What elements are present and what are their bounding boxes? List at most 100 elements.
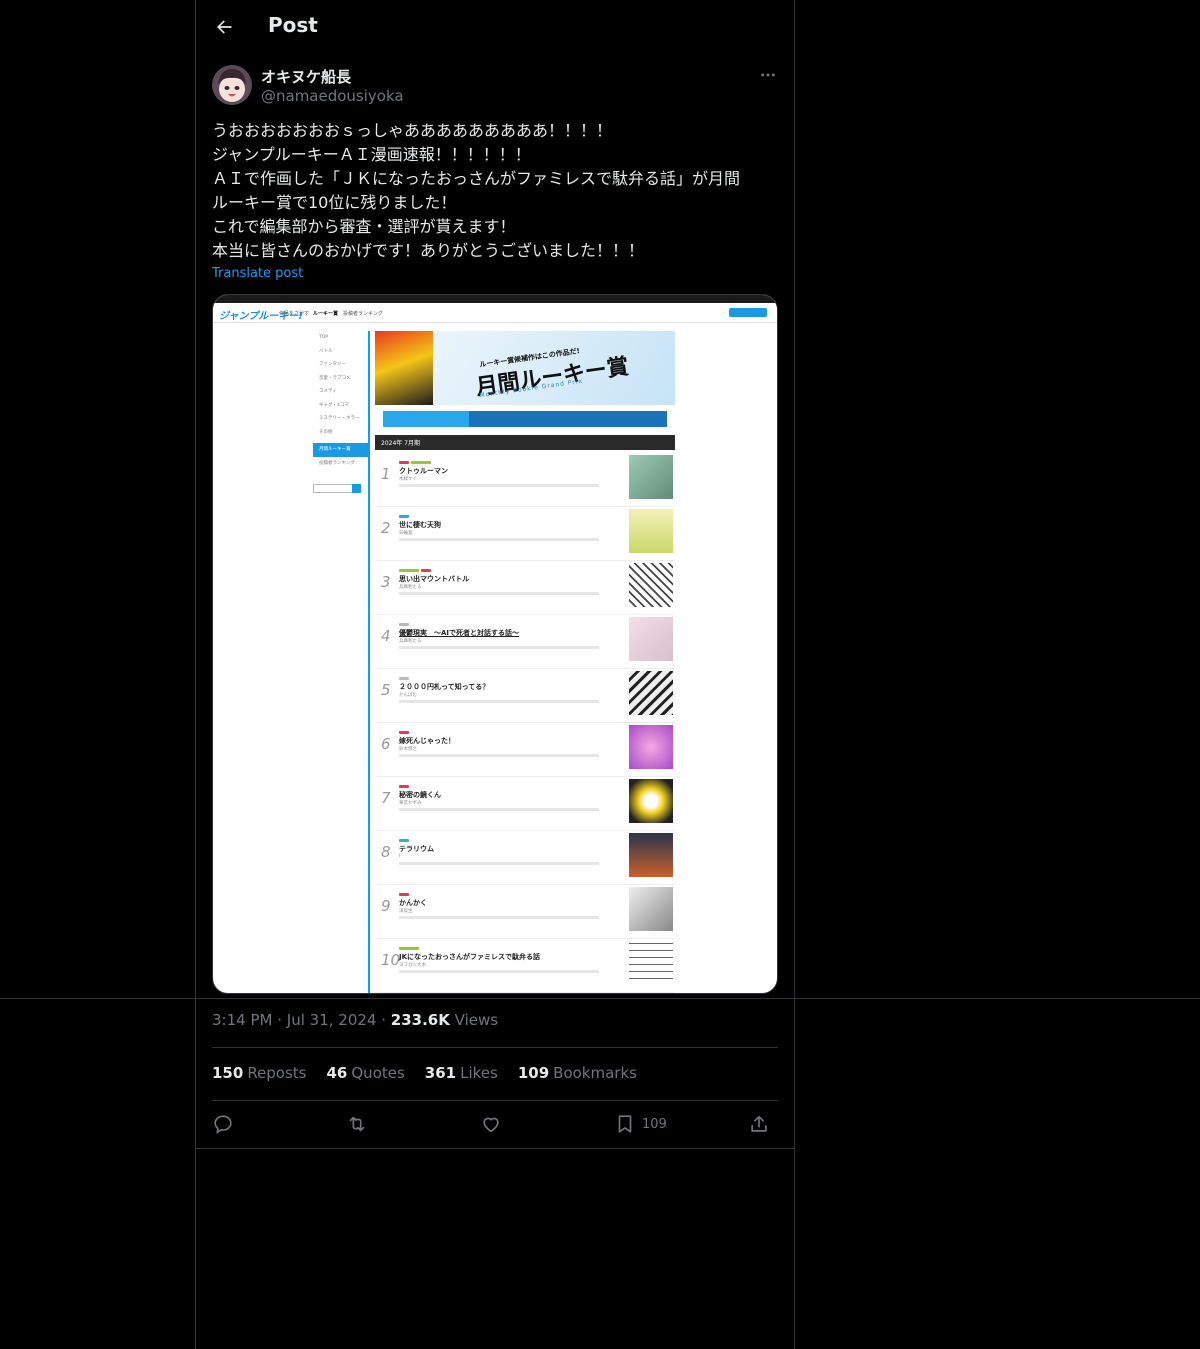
screenshot-sidebar-item: 恋愛・ラブコメ (319, 375, 351, 381)
rank-author: かんぱむ (399, 693, 417, 698)
rank-tag (399, 893, 409, 896)
action-bar: 109 (212, 1110, 778, 1138)
rank-title: JKになったおっさんがファミレスで駄弁る話 (399, 953, 541, 961)
rank-author: I (399, 854, 401, 859)
screenshot-tab-bar (383, 411, 667, 427)
screenshot-sidebar-item: その他 (319, 429, 333, 435)
screenshot-ranking-row: 10 JKになったおっさんがファミレスで駄弁る話 ヨフカシ大木 (375, 939, 675, 993)
bookmark-button[interactable]: 109 (614, 1110, 667, 1138)
post-column: Post オキヌケ船長 @namaedousiyoka うおおおおおおおｓっしゃ… (195, 0, 795, 1349)
rank-tag (399, 623, 409, 626)
reposts-stat[interactable]: 150 Reposts (212, 1064, 307, 1082)
rank-description (399, 538, 599, 541)
screenshot-divider (368, 331, 370, 993)
reposts-count: 150 (212, 1064, 244, 1082)
screenshot-nav-item: ルーキー賞 (313, 311, 339, 317)
rank-thumbnail (629, 563, 673, 607)
rank-tag (399, 731, 409, 734)
post-stats: 150 Reposts 46 Quotes 361 Likes 109 Bookmark… (212, 1064, 637, 1082)
rank-number: 8 (381, 843, 391, 861)
repost-button[interactable] (346, 1110, 368, 1138)
screenshot-nav-item: 作品をさがす (279, 311, 310, 317)
views-label: Views (454, 1011, 499, 1029)
translate-post-link[interactable]: Translate post (212, 266, 303, 281)
screenshot-ranking-row: 6 嫁死んじゃった！ 鈴木悠之 (375, 723, 675, 777)
likes-label: Likes (460, 1064, 498, 1082)
rank-title: テラリウム (399, 845, 434, 853)
rank-title: ２０００円札って知ってる？ (399, 683, 490, 691)
share-button[interactable] (748, 1110, 770, 1138)
rank-thumbnail (629, 617, 673, 661)
bookmarks-stat[interactable]: 109 Bookmarks (518, 1064, 637, 1082)
rank-author: ヨフカシ大木 (399, 963, 426, 968)
reply-button[interactable] (212, 1110, 234, 1138)
screenshot-sidebar: TOP バトル ファンタジー 恋愛・ラブコメ コメディ ギャグ・4コマ ミステリ… (313, 331, 369, 493)
bookmark-icon (618, 1115, 632, 1133)
quotes-count: 46 (326, 1064, 348, 1082)
rank-number: 10 (381, 951, 401, 969)
rank-title: 嫁死んじゃった！ (399, 737, 455, 745)
rank-description (399, 646, 599, 649)
rank-tag (399, 839, 409, 842)
reply-icon (214, 1115, 232, 1134)
screenshot-month-label: 2024年 7月期 (381, 440, 420, 447)
screenshot-ranking-row: 8 テラリウム I (375, 831, 675, 885)
rank-description (399, 754, 599, 757)
rank-title: かんかく (399, 899, 427, 907)
screenshot-ranking-row: 5 ２０００円札って知ってる？ かんぱむ (375, 669, 675, 723)
post-bottom-divider (195, 1148, 795, 1149)
rank-number: 9 (381, 897, 391, 915)
rank-title: 思い出マウントバトル (399, 575, 470, 583)
tweet-line: ＡＩで作画した「ＪＫになったおっさんがファミレスで駄弁る話」が月間 (212, 169, 741, 188)
quotes-stat[interactable]: 46 Quotes (327, 1064, 405, 1082)
bookmark-count: 109 (642, 1116, 667, 1132)
rank-thumbnail (629, 455, 673, 499)
back-button[interactable] (210, 13, 238, 41)
quotes-label: Quotes (351, 1064, 405, 1082)
post-time[interactable]: 3:14 PM (212, 1011, 272, 1029)
rank-thumbnail (629, 779, 673, 823)
share-icon (751, 1115, 767, 1132)
rank-description (399, 862, 599, 865)
likes-stat[interactable]: 361 Likes (425, 1064, 498, 1082)
rank-description (399, 808, 599, 811)
rank-tag (399, 947, 419, 950)
post-date[interactable]: Jul 31, 2024 (287, 1011, 377, 1029)
avatar[interactable] (212, 65, 252, 105)
likes-count: 361 (424, 1064, 457, 1082)
rank-tag (399, 677, 409, 680)
divider (212, 1100, 778, 1101)
rank-number: 4 (381, 627, 391, 645)
author-display-name[interactable]: オキヌケ船長 (261, 66, 351, 87)
like-button[interactable] (480, 1110, 502, 1138)
tweet-line: 本当に皆さんのおかげです！ありがとうございました！！！ (212, 241, 645, 260)
rank-title: クトゥルーマン (399, 467, 448, 475)
screenshot-banner: ルーキー賞候補作はこの作品だ! 月間ルーキー賞 Monthly Rookie G… (375, 331, 675, 405)
screenshot-top-strip (213, 295, 777, 303)
screenshot-tab-active (383, 411, 469, 427)
rank-title: 秘密の鏡くん (399, 791, 441, 799)
author-handle[interactable]: @namaedousiyoka (261, 87, 404, 105)
screenshot-ranking-row: 1 クトゥルーマン 木緑ケイ (375, 453, 675, 507)
screenshot-sidebar-item: ミステリー・ホラー (319, 416, 360, 421)
more-button[interactable] (756, 63, 780, 87)
screenshot-ranking-row: 3 思い出マウントバトル 兵庫利たる (375, 561, 675, 615)
screenshot-month-bar: 2024年 7月期 (375, 435, 675, 450)
screenshot-search-box (313, 484, 361, 493)
tweet-text: うおおおおおおおｓっしゃあああああああああ！！！！ ジャンプルーキーＡＩ漫画速報… (212, 119, 778, 263)
more-icon (761, 73, 775, 77)
bookmarks-count: 109 (517, 1064, 550, 1082)
attached-screenshot[interactable]: ジャンプルーキー! 作品をさがす ルーキー賞 投稿者ランキング TOP バトル … (212, 294, 778, 994)
views-count: 233.6K (390, 1011, 450, 1029)
bookmarks-label: Bookmarks (553, 1064, 637, 1082)
rank-title: 世に棲む天狗 (399, 521, 441, 529)
tweet-line: これで編集部から審査・選評が貰えます！ (212, 217, 516, 236)
screenshot-sidebar-item: コメディ (319, 389, 337, 394)
tweet-line: うおおおおおおおｓっしゃあああああああああ！！！！ (212, 121, 613, 140)
meta-separator: · (381, 1011, 391, 1029)
screenshot-sidebar-item: バトル (319, 348, 333, 354)
rank-author: 鈴木悠之 (399, 747, 417, 752)
back-arrow-icon (217, 20, 232, 34)
rank-description (399, 484, 599, 487)
screenshot-sidebar-item-active: 月間ルーキー賞 (313, 443, 369, 457)
